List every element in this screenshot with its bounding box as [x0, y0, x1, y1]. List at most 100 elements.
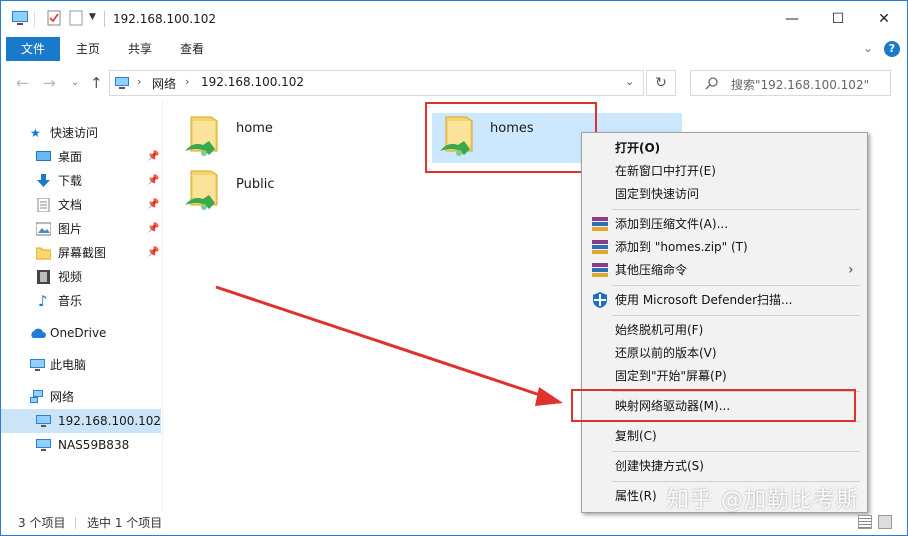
expand-ribbon-icon[interactable]: ⌄: [863, 41, 873, 55]
sidebar-item-host-192-168-100-102[interactable]: 192.168.100.102: [1, 409, 161, 433]
desktop-icon: [36, 151, 51, 161]
winrar-icon: [592, 240, 608, 254]
shared-folder-icon: [185, 116, 218, 156]
winrar-icon: [592, 263, 608, 277]
pin-icon: 📌: [147, 175, 160, 186]
context-menu: 打开(O) 在新窗口中打开(E) 固定到快速访问 添加到压缩文件(A)... 添…: [581, 132, 868, 513]
network-computer-icon: [115, 77, 129, 89]
menu-item-always-offline[interactable]: 始终脱机可用(F): [582, 319, 867, 341]
menu-separator: [612, 209, 860, 210]
winrar-icon: [592, 217, 608, 231]
details-view-icon[interactable]: [858, 515, 872, 529]
forward-arrow-icon[interactable]: →: [43, 74, 56, 92]
tab-share[interactable]: 共享: [115, 37, 165, 61]
sidebar-item-downloads[interactable]: 下载 📌: [1, 169, 161, 193]
title-bar: ▼ 192.168.100.102 — ☐ ✕: [1, 1, 907, 37]
window-title: 192.168.100.102: [113, 12, 217, 26]
search-icon: [705, 77, 718, 90]
file-item-home[interactable]: home: [177, 113, 407, 169]
menu-separator: [612, 315, 860, 316]
sidebar-item-quick-access[interactable]: ★ 快速访问: [1, 121, 161, 145]
menu-separator: [612, 451, 860, 452]
submenu-arrow-icon: ›: [848, 262, 854, 278]
recent-locations-icon[interactable]: ⌄: [71, 77, 79, 88]
watermark: 知乎 @加勒比考斯: [667, 488, 859, 513]
pin-icon: 📌: [147, 199, 160, 210]
maximize-button[interactable]: ☐: [815, 1, 861, 37]
menu-item-open-new-window[interactable]: 在新窗口中打开(E): [582, 160, 867, 182]
help-icon[interactable]: ?: [884, 41, 900, 57]
shared-folder-icon: [185, 170, 218, 210]
computer-icon: [30, 359, 45, 371]
address-bar[interactable]: › 网络 › 192.168.100.102 ⌄: [109, 70, 644, 96]
computer-icon: [12, 11, 28, 25]
explorer-window: ▼ 192.168.100.102 — ☐ ✕ 文件 主页 共享 查看 ⌄ ? …: [0, 0, 908, 536]
sidebar-item-documents[interactable]: 文档 📌: [1, 193, 161, 217]
tab-view[interactable]: 查看: [167, 37, 217, 61]
sidebar-item-network[interactable]: 网络: [1, 385, 161, 409]
download-icon: [37, 174, 50, 187]
large-icons-view-icon[interactable]: [878, 515, 892, 529]
customize-quick-access-icon[interactable]: ▼: [89, 12, 96, 22]
menu-item-pin-quick-access[interactable]: 固定到快速访问: [582, 183, 867, 205]
breadcrumb-network[interactable]: 网络: [152, 75, 176, 92]
sidebar-item-music[interactable]: ♪ 音乐: [1, 289, 161, 313]
defender-shield-icon: [593, 292, 607, 308]
network-computer-icon: [36, 415, 51, 427]
menu-item-create-shortcut[interactable]: 创建快捷方式(S): [582, 455, 867, 477]
menu-item-add-to-archive[interactable]: 添加到压缩文件(A)...: [582, 213, 867, 235]
menu-item-defender-scan[interactable]: 使用 Microsoft Defender扫描...: [582, 289, 867, 311]
sidebar-item-pictures[interactable]: 图片 📌: [1, 217, 161, 241]
search-placeholder: 搜索"192.168.100.102": [731, 78, 870, 92]
tab-file[interactable]: 文件: [6, 37, 60, 61]
file-item-public[interactable]: Public: [177, 167, 407, 223]
menu-item-open[interactable]: 打开(O): [582, 137, 867, 159]
menu-item-restore-versions[interactable]: 还原以前的版本(V): [582, 342, 867, 364]
picture-icon: [36, 222, 51, 236]
menu-separator: [612, 285, 860, 286]
video-icon: [37, 270, 50, 284]
minimize-button[interactable]: —: [769, 1, 815, 37]
address-dropdown-icon[interactable]: ⌄: [625, 75, 634, 88]
properties-icon[interactable]: [45, 9, 63, 27]
new-folder-icon[interactable]: [67, 9, 85, 27]
menu-item-copy[interactable]: 复制(C): [582, 425, 867, 447]
sidebar-item-nas59b838[interactable]: NAS59B838: [1, 433, 161, 457]
back-arrow-icon[interactable]: ←: [16, 74, 29, 92]
sidebar-item-videos[interactable]: 视频: [1, 265, 161, 289]
menu-item-pin-start[interactable]: 固定到"开始"屏幕(P): [582, 365, 867, 387]
cloud-icon: [31, 328, 46, 338]
breadcrumb-host[interactable]: 192.168.100.102: [201, 75, 304, 89]
annotation-highlight-map-drive: [571, 389, 856, 422]
menu-item-other-compress[interactable]: 其他压缩命令 ›: [582, 259, 867, 281]
refresh-button[interactable]: ↻: [646, 70, 676, 96]
pane-divider[interactable]: [162, 101, 163, 511]
network-computer-icon: [36, 439, 51, 451]
search-input[interactable]: 搜索"192.168.100.102": [690, 70, 891, 96]
tab-home[interactable]: 主页: [63, 37, 113, 61]
pin-icon: 📌: [147, 151, 160, 162]
network-icon: [30, 390, 43, 403]
title-separator: [104, 11, 105, 27]
sidebar-item-this-pc[interactable]: 此电脑: [1, 353, 161, 377]
sidebar-item-onedrive[interactable]: OneDrive: [1, 321, 161, 345]
star-icon: ★: [30, 126, 41, 140]
close-button[interactable]: ✕: [861, 1, 907, 37]
sidebar-item-screenshots[interactable]: 屏幕截图 📌: [1, 241, 161, 265]
document-icon: [37, 198, 50, 212]
breadcrumb-chevron-icon[interactable]: ›: [185, 75, 189, 88]
up-arrow-icon[interactable]: ↑: [90, 74, 103, 92]
status-separator: [75, 517, 76, 529]
refresh-icon: ↻: [655, 75, 667, 91]
music-icon: ♪: [38, 292, 48, 310]
status-bar: 3 个项目 选中 1 个项目: [1, 511, 907, 535]
separator: [34, 11, 35, 27]
address-row: ← → ⌄ ↑ › 网络 › 192.168.100.102 ⌄ ↻ 搜索"19…: [1, 65, 907, 101]
pin-icon: 📌: [147, 247, 160, 258]
sidebar-item-desktop[interactable]: 桌面 📌: [1, 145, 161, 169]
pin-icon: 📌: [147, 223, 160, 234]
menu-item-add-to-zip[interactable]: 添加到 "homes.zip" (T): [582, 236, 867, 258]
ribbon-tabs: 文件 主页 共享 查看 ⌄ ?: [1, 37, 907, 61]
breadcrumb-chevron-icon[interactable]: ›: [137, 75, 141, 88]
annotation-highlight-homes: [425, 102, 597, 173]
